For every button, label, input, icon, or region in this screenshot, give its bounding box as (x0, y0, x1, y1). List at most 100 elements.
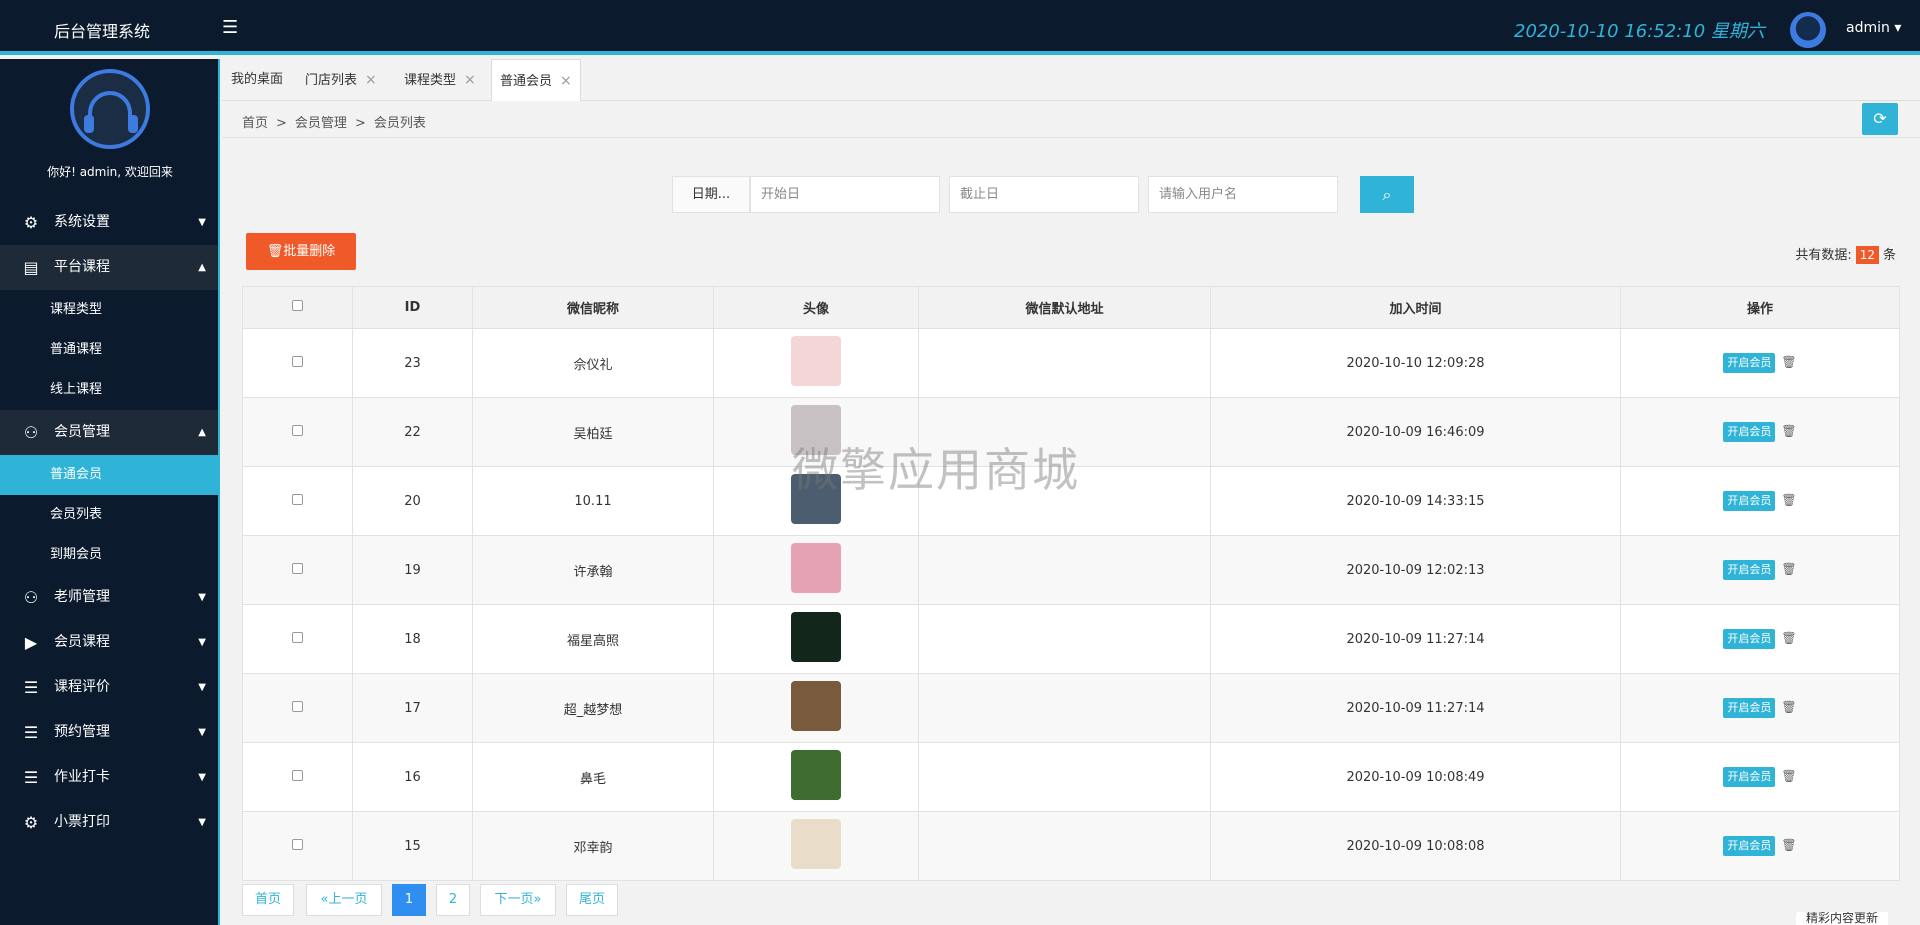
caret-down-icon: ▼ (198, 592, 206, 603)
open-membership-button[interactable]: 开启会员 (1723, 629, 1776, 649)
row-nickname: 超_越梦想 (472, 673, 714, 743)
sidebar-subitem-member-list[interactable]: 会员列表 (0, 495, 218, 535)
open-membership-button[interactable]: 开启会员 (1723, 422, 1776, 442)
sidebar-item-member-management[interactable]: ⚇ 会员管理 ▲ (0, 410, 218, 455)
sidebar-item-course-reviews[interactable]: ☰ 课程评价 ▼ (0, 665, 218, 710)
row-avatar-cell (713, 397, 919, 467)
row-avatar-cell (713, 742, 919, 812)
page-1[interactable]: 1 (392, 884, 426, 916)
open-membership-button[interactable]: 开启会员 (1723, 491, 1776, 511)
sidebar-subitem-regular-members[interactable]: 普通会员 (0, 455, 218, 495)
sidebar-item-label: 会员管理 (54, 424, 110, 440)
row-address (918, 811, 1211, 881)
sidebar-item-homework-checkin[interactable]: ☰ 作业打卡 ▼ (0, 755, 218, 800)
trash-icon[interactable]: 🗑 (1781, 631, 1796, 645)
open-membership-button[interactable]: 开启会员 (1723, 353, 1776, 373)
page-next[interactable]: 下一页» (480, 884, 556, 916)
sidebar-item-member-courses[interactable]: ▶ 会员课程 ▼ (0, 620, 218, 665)
tab-desktop[interactable]: 我的桌面 (231, 59, 283, 101)
sidebar-item-label: 小票打印 (54, 814, 110, 830)
tab-store-list[interactable]: 门店列表 × (305, 59, 377, 101)
trash-icon[interactable]: 🗑 (1781, 355, 1796, 369)
start-date-input[interactable] (750, 176, 940, 213)
row-id: 22 (352, 397, 473, 467)
row-id: 17 (352, 673, 473, 743)
caret-down-icon: ▼ (198, 217, 206, 228)
row-checkbox[interactable] (292, 493, 303, 505)
tab-course-types[interactable]: 课程类型 × (404, 59, 476, 101)
table-header-row: ID 微信昵称 头像 微信默认地址 加入时间 操作 (242, 286, 1900, 329)
sidebar-item-receipt-printing[interactable]: ⚙ 小票打印 ▼ (0, 800, 218, 845)
search-button[interactable]: ⌕ (1360, 176, 1414, 213)
row-avatar-cell (713, 604, 919, 674)
close-icon[interactable]: × (464, 72, 476, 88)
page-last[interactable]: 尾页 (566, 884, 618, 916)
row-checkbox[interactable] (292, 769, 303, 781)
row-actions: 开启会员 🗑 (1620, 673, 1900, 743)
row-checkbox[interactable] (292, 631, 303, 643)
row-joined: 2020-10-09 14:33:15 (1210, 466, 1621, 536)
sidebar-subitem-expired-members[interactable]: 到期会员 (0, 535, 218, 575)
close-icon[interactable]: × (365, 72, 377, 88)
headset-logo-icon (70, 69, 150, 149)
sidebar-subitem-online-courses[interactable]: 线上课程 (0, 370, 218, 410)
user-menu[interactable]: admin ▾ (1846, 20, 1901, 36)
trash-icon[interactable]: 🗑 (1781, 838, 1796, 852)
row-select-cell (242, 535, 353, 605)
trash-icon[interactable]: 🗑 (1781, 424, 1796, 438)
open-membership-button[interactable]: 开启会员 (1723, 698, 1776, 718)
row-select-cell (242, 742, 353, 812)
row-nickname: 许承翰 (472, 535, 714, 605)
update-notice[interactable]: 精彩内容更新 (1796, 912, 1889, 925)
hamburger-icon[interactable]: ☰ (222, 17, 238, 38)
breadcrumb: 首页 > 会员管理 > 会员列表 (242, 116, 426, 131)
select-all-header[interactable] (242, 286, 353, 329)
row-joined: 2020-10-10 12:09:28 (1210, 328, 1621, 398)
sidebar-item-teacher-management[interactable]: ⚇ 老师管理 ▼ (0, 575, 218, 620)
breadcrumb-section[interactable]: 会员管理 (295, 116, 347, 131)
avatar (791, 405, 841, 455)
username-input[interactable] (1148, 176, 1338, 213)
caret-down-icon: ▼ (198, 727, 206, 738)
trash-icon[interactable]: 🗑 (1781, 493, 1796, 507)
row-joined: 2020-10-09 12:02:13 (1210, 535, 1621, 605)
batch-delete-button[interactable]: 🗑批量删除 (246, 233, 356, 270)
breadcrumb-home[interactable]: 首页 (242, 116, 268, 131)
row-checkbox[interactable] (292, 700, 303, 712)
row-checkbox[interactable] (292, 424, 303, 436)
row-id: 15 (352, 811, 473, 881)
refresh-button[interactable]: ⟳ (1862, 103, 1898, 135)
open-membership-button[interactable]: 开启会员 (1723, 836, 1776, 856)
sidebar-item-booking-management[interactable]: ☰ 预约管理 ▼ (0, 710, 218, 755)
page-prev[interactable]: «上一页 (306, 884, 382, 916)
trash-icon[interactable]: 🗑 (1781, 562, 1796, 576)
row-checkbox[interactable] (292, 562, 303, 574)
trash-icon[interactable]: 🗑 (1781, 769, 1796, 783)
page-first[interactable]: 首页 (242, 884, 294, 916)
avatar (791, 750, 841, 800)
row-avatar-cell (713, 535, 919, 605)
tab-regular-members[interactable]: 普通会员 × (491, 59, 581, 101)
sidebar-item-system-settings[interactable]: ⚙ 系统设置 ▼ (0, 200, 218, 245)
end-date-input[interactable] (949, 176, 1139, 213)
close-icon[interactable]: × (560, 73, 572, 89)
row-checkbox[interactable] (292, 355, 303, 367)
trash-icon[interactable]: 🗑 (1781, 700, 1796, 714)
row-id: 19 (352, 535, 473, 605)
open-membership-button[interactable]: 开启会员 (1723, 560, 1776, 580)
open-membership-button[interactable]: 开启会员 (1723, 767, 1776, 787)
row-joined: 2020-10-09 10:08:08 (1210, 811, 1621, 881)
row-joined: 2020-10-09 11:27:14 (1210, 673, 1621, 743)
refresh-icon: ⟳ (1873, 109, 1887, 128)
user-avatar[interactable] (1790, 12, 1826, 48)
page-2[interactable]: 2 (436, 884, 470, 916)
row-address (918, 328, 1211, 398)
sidebar-subitem-regular-courses[interactable]: 普通课程 (0, 330, 218, 370)
sidebar-subitem-course-types[interactable]: 课程类型 (0, 290, 218, 330)
sidebar-item-label: 平台课程 (54, 259, 110, 275)
row-actions: 开启会员 🗑 (1620, 466, 1900, 536)
row-checkbox[interactable] (292, 838, 303, 850)
tab-label: 我的桌面 (231, 72, 284, 87)
select-all-checkbox[interactable] (292, 300, 303, 311)
sidebar-item-platform-courses[interactable]: ▤ 平台课程 ▲ (0, 245, 218, 290)
